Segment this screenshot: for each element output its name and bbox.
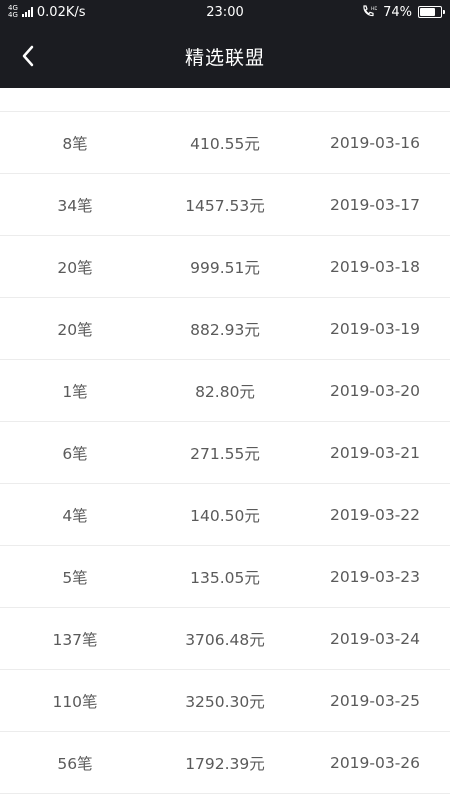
list-item[interactable]: 20笔 882.93元 2019-03-19 [0, 298, 450, 360]
date: 2019-03-24 [329, 629, 421, 648]
date: 2019-03-18 [329, 257, 421, 276]
battery-percent: 74% [383, 4, 412, 20]
nav-bar: 精选联盟 [0, 24, 450, 88]
date: 2019-03-22 [329, 505, 421, 524]
list-item[interactable]: 137笔 3706.48元 2019-03-24 [0, 608, 450, 670]
order-count: 4笔 [62, 506, 88, 525]
order-count: 110笔 [52, 692, 98, 711]
order-count: 20笔 [57, 320, 93, 339]
list-item[interactable]: 1笔 82.80元 2019-03-20 [0, 360, 450, 422]
network-type: 4G 4G [8, 5, 18, 19]
list-item[interactable]: 5笔 135.05元 2019-03-23 [0, 546, 450, 608]
date: 2019-03-26 [329, 753, 421, 772]
back-button[interactable] [12, 40, 44, 72]
amount: 271.55元 [190, 444, 260, 463]
amount: 140.50元 [190, 506, 260, 525]
chevron-left-icon [22, 45, 34, 67]
date: 2019-03-20 [329, 381, 421, 400]
list-item-partial [0, 88, 450, 112]
list-item[interactable]: 6笔 271.55元 2019-03-21 [0, 422, 450, 484]
amount: 410.55元 [190, 134, 260, 153]
order-count: 6笔 [62, 444, 88, 463]
date: 2019-03-17 [329, 195, 421, 214]
order-count: 1笔 [62, 382, 88, 401]
date: 2019-03-25 [329, 691, 421, 710]
list-item[interactable]: 34笔 1457.53元 2019-03-17 [0, 174, 450, 236]
network-type-bottom: 4G [8, 11, 18, 19]
amount: 135.05元 [190, 568, 260, 587]
battery-fill [420, 8, 435, 16]
amount: 1457.53元 [185, 196, 265, 215]
date: 2019-03-19 [329, 319, 421, 338]
date: 2019-03-23 [329, 567, 421, 586]
amount: 1792.39元 [185, 754, 265, 773]
signal-icon [21, 7, 33, 17]
network-speed: 0.02K/s [36, 4, 86, 20]
amount: 82.80元 [195, 382, 255, 401]
rows-container: 8笔 410.55元 2019-03-16 34笔 1457.53元 2019-03-17… [0, 112, 450, 794]
amount: 999.51元 [190, 258, 260, 277]
amount: 882.93元 [190, 320, 260, 339]
list-item[interactable]: 8笔 410.55元 2019-03-16 [0, 112, 450, 174]
list-item[interactable]: 110笔 3250.30元 2019-03-25 [0, 670, 450, 732]
list-item[interactable]: 4笔 140.50元 2019-03-22 [0, 484, 450, 546]
list-item[interactable]: 20笔 999.51元 2019-03-18 [0, 236, 450, 298]
amount: 3250.30元 [185, 692, 265, 711]
status-bar: 4G 4G 0.02K/s 23:00 HD 74% [0, 0, 450, 24]
amount: 3706.48元 [185, 630, 265, 649]
date: 2019-03-21 [329, 443, 421, 462]
battery-icon [418, 6, 445, 18]
order-count: 137笔 [52, 630, 98, 649]
status-right: HD 74% [361, 4, 445, 20]
order-count: 56笔 [57, 754, 93, 773]
list-item[interactable]: 56笔 1792.39元 2019-03-26 [0, 732, 450, 794]
earnings-list[interactable]: 8笔 410.55元 2019-03-16 34笔 1457.53元 2019-03-17… [0, 88, 450, 800]
order-count: 34笔 [57, 196, 93, 215]
order-count: 20笔 [57, 258, 93, 277]
svg-text:HD: HD [371, 6, 377, 12]
phone-hd-icon: HD [363, 5, 377, 17]
order-count: 5笔 [62, 568, 88, 587]
status-left: 4G 4G 0.02K/s [8, 5, 86, 20]
page-title: 精选联盟 [184, 46, 265, 69]
order-count: 8笔 [62, 134, 88, 153]
date: 2019-03-16 [329, 133, 421, 152]
